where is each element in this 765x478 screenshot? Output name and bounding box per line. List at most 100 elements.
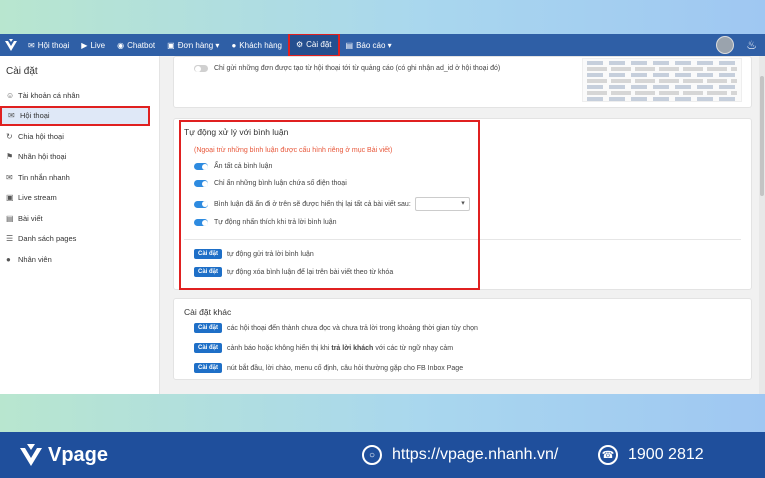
- sidebar-item-label: Hội thoại: [20, 111, 50, 121]
- sidebar-item-label: Tài khoản cá nhân: [18, 90, 80, 100]
- bell-icon[interactable]: ♨: [746, 38, 757, 52]
- ad-orders-option: Chỉ gửi những đơn được tạo từ hội thoại …: [194, 65, 500, 72]
- unread-settings-button[interactable]: Cài đặt: [194, 323, 223, 333]
- sidebar-item-label: Tin nhắn nhanh: [18, 172, 70, 182]
- brand-name: Vpage: [48, 443, 109, 466]
- tag-icon: ⚑: [6, 152, 14, 162]
- user-icon: ☺: [6, 90, 15, 100]
- auto-delete-settings-button[interactable]: Cài đặt: [194, 267, 223, 277]
- toggle-label: Tự động nhấn thích khi trả lời bình luận: [214, 219, 337, 226]
- brand: Vpage: [18, 442, 108, 468]
- sidebar-item-staff[interactable]: ● Nhân viên: [0, 249, 159, 270]
- auto-like-toggle[interactable]: [194, 219, 208, 226]
- sidebar-item-label: Bài viết: [18, 213, 43, 223]
- section-title: Cài đặt khác: [184, 307, 232, 317]
- cart-icon: ▣: [167, 40, 175, 50]
- hide-all-comments-toggle[interactable]: [194, 163, 208, 170]
- other-row: Cài đặt nút bắt đầu, lời chào, menu cố đ…: [194, 363, 463, 373]
- toggle-label: Chỉ ẩn những bình luận chứa số điện thoạ…: [214, 180, 347, 187]
- other-row-text: các hội thoại đến thành chưa đọc và chưa…: [227, 324, 478, 332]
- top-navbar: ✉ Hội thoại ▶ Live ◉ Chatbot ▣ Đơn hàng …: [0, 34, 765, 57]
- other-row: Cài đặt cảnh báo hoặc không hiển thị khi…: [194, 343, 453, 353]
- other-row-text: nút bắt đầu, lời chào, menu cố định, câu…: [227, 364, 464, 372]
- list-icon: ☰: [6, 234, 14, 244]
- toggle-row: Tự động nhấn thích khi trả lời bình luận: [194, 219, 337, 226]
- vpage-logo-icon[interactable]: [0, 34, 22, 56]
- nav-right-group: ♨: [716, 36, 757, 54]
- other-row-text-post: với các từ ngữ nhạy cảm: [375, 344, 454, 352]
- share-icon: ↻: [6, 131, 13, 141]
- auto-reply-settings-button[interactable]: Cài đặt: [194, 249, 223, 259]
- sidebar-item-quick-messages[interactable]: ✉ Tin nhắn nhanh: [0, 167, 159, 188]
- gear-icon: ⚙: [295, 40, 304, 49]
- nav-label: Khách hàng: [239, 40, 282, 50]
- chat-icon: ✉: [8, 111, 15, 121]
- phone-number: 1900 2812: [628, 446, 704, 463]
- nav-item-settings[interactable]: ⚙ Cài đặt: [287, 34, 340, 57]
- nav-label: Đơn hàng ▾: [177, 40, 220, 50]
- footer-gradient-band: [0, 394, 765, 432]
- nav-item-live[interactable]: ▶ Live: [75, 34, 111, 56]
- phone-contact: ☎ 1900 2812: [598, 445, 704, 465]
- toggle-row: Ẩn tất cả bình luận: [194, 163, 272, 170]
- nav-label: Chatbot: [127, 40, 156, 50]
- sidebar-item-pages[interactable]: ☰ Danh sách pages: [0, 229, 159, 250]
- app-window: ✉ Hội thoại ▶ Live ◉ Chatbot ▣ Đơn hàng …: [0, 34, 765, 394]
- video-icon: ▣: [6, 193, 14, 203]
- globe-icon: ○: [362, 445, 382, 465]
- post-select-dropdown[interactable]: [414, 197, 470, 211]
- sidebar-item-label: Danh sách pages: [18, 234, 77, 244]
- hide-phone-comments-toggle[interactable]: [194, 180, 208, 187]
- nav-item-orders[interactable]: ▣ Đơn hàng ▾: [161, 34, 225, 56]
- nav-item-reports[interactable]: ▤ Báo cáo ▾: [340, 34, 398, 56]
- action-row: Cài đặt tự động gửi trả lời bình luận: [194, 249, 314, 259]
- warning-text: (Ngoại trừ những bình luận được cấu hình…: [194, 147, 393, 154]
- nav-label: Hội thoại: [37, 40, 70, 50]
- scrollbar[interactable]: [759, 56, 765, 394]
- nav-label: Báo cáo ▾: [356, 40, 392, 50]
- sidebar-item-label: Chia hội thoại: [18, 131, 64, 141]
- sidebar-item-label: Nhân viên: [18, 254, 52, 264]
- video-icon: ▶: [81, 40, 88, 50]
- action-label: tự động gửi trả lời bình luận: [227, 250, 314, 258]
- comment-automation-card: Tự động xử lý với bình luận (Ngoại trừ n…: [173, 118, 752, 290]
- nav-item-customers[interactable]: ● Khách hàng: [225, 34, 288, 56]
- sidebar-title: Cài đặt: [6, 66, 38, 77]
- sidebar-item-label: Nhãn hội thoại: [18, 152, 67, 162]
- ad-orders-toggle[interactable]: [194, 65, 208, 72]
- report-thumbnail: [582, 58, 742, 102]
- phone-icon: ☎: [598, 445, 618, 465]
- sidebar-item-conversation-tags[interactable]: ⚑ Nhãn hội thoại: [0, 147, 159, 168]
- action-row: Cài đặt tự động xóa bình luận để lại trê…: [194, 267, 393, 277]
- nav-item-conversations[interactable]: ✉ Hội thoại: [22, 34, 75, 56]
- sidebar-item-live-stream[interactable]: ▣ Live stream: [0, 188, 159, 209]
- other-row-bold: trả lời khách: [331, 344, 374, 352]
- other-row: Cài đặt các hội thoại đến thành chưa đọc…: [194, 323, 478, 333]
- sensitive-words-settings-button[interactable]: Cài đặt: [194, 343, 223, 353]
- robot-icon: ◉: [117, 40, 125, 50]
- toggle-label: Ẩn tất cả bình luận: [214, 163, 273, 170]
- other-row-text: cảnh báo hoặc không hiển thị khi: [227, 344, 330, 352]
- chart-icon: ▤: [345, 40, 354, 50]
- toggle-row: Chỉ ẩn những bình luận chứa số điện thoạ…: [194, 180, 347, 187]
- reshow-comments-toggle[interactable]: [194, 200, 208, 208]
- vpage-logo-icon: [20, 444, 42, 466]
- website-link[interactable]: https://vpage.nhanh.vn/: [392, 446, 558, 464]
- nav-item-chatbot[interactable]: ◉ Chatbot: [111, 34, 161, 56]
- sidebar-item-posts[interactable]: ▤ Bài viết: [0, 208, 159, 229]
- action-label: tự động xóa bình luận để lại trên bài vi…: [227, 268, 394, 276]
- other-settings-card: Cài đặt khác Cài đặt các hội thoại đến t…: [173, 298, 752, 380]
- sidebar-item-conversations[interactable]: ✉ Hội thoại: [0, 105, 150, 126]
- warning-row: (Ngoại trừ những bình luận được cấu hình…: [194, 147, 392, 154]
- sidebar-item-account[interactable]: ☺ Tài khoản cá nhân: [0, 85, 159, 106]
- option-label: Chỉ gửi những đơn được tạo từ hội thoại …: [214, 65, 501, 72]
- inbox-page-settings-button[interactable]: Cài đặt: [194, 363, 223, 373]
- sidebar-item-label: Live stream: [18, 193, 57, 203]
- chat-icon: ✉: [28, 40, 35, 50]
- avatar[interactable]: [716, 36, 735, 54]
- sidebar-item-share-conversations[interactable]: ↻ Chia hội thoại: [0, 126, 159, 147]
- nav-label: Live: [90, 40, 106, 50]
- footer-banner: Vpage ○ https://vpage.nhanh.vn/ ☎ 1900 2…: [0, 432, 765, 478]
- nav-label: Cài đặt: [306, 40, 332, 49]
- users-icon: ●: [231, 40, 237, 50]
